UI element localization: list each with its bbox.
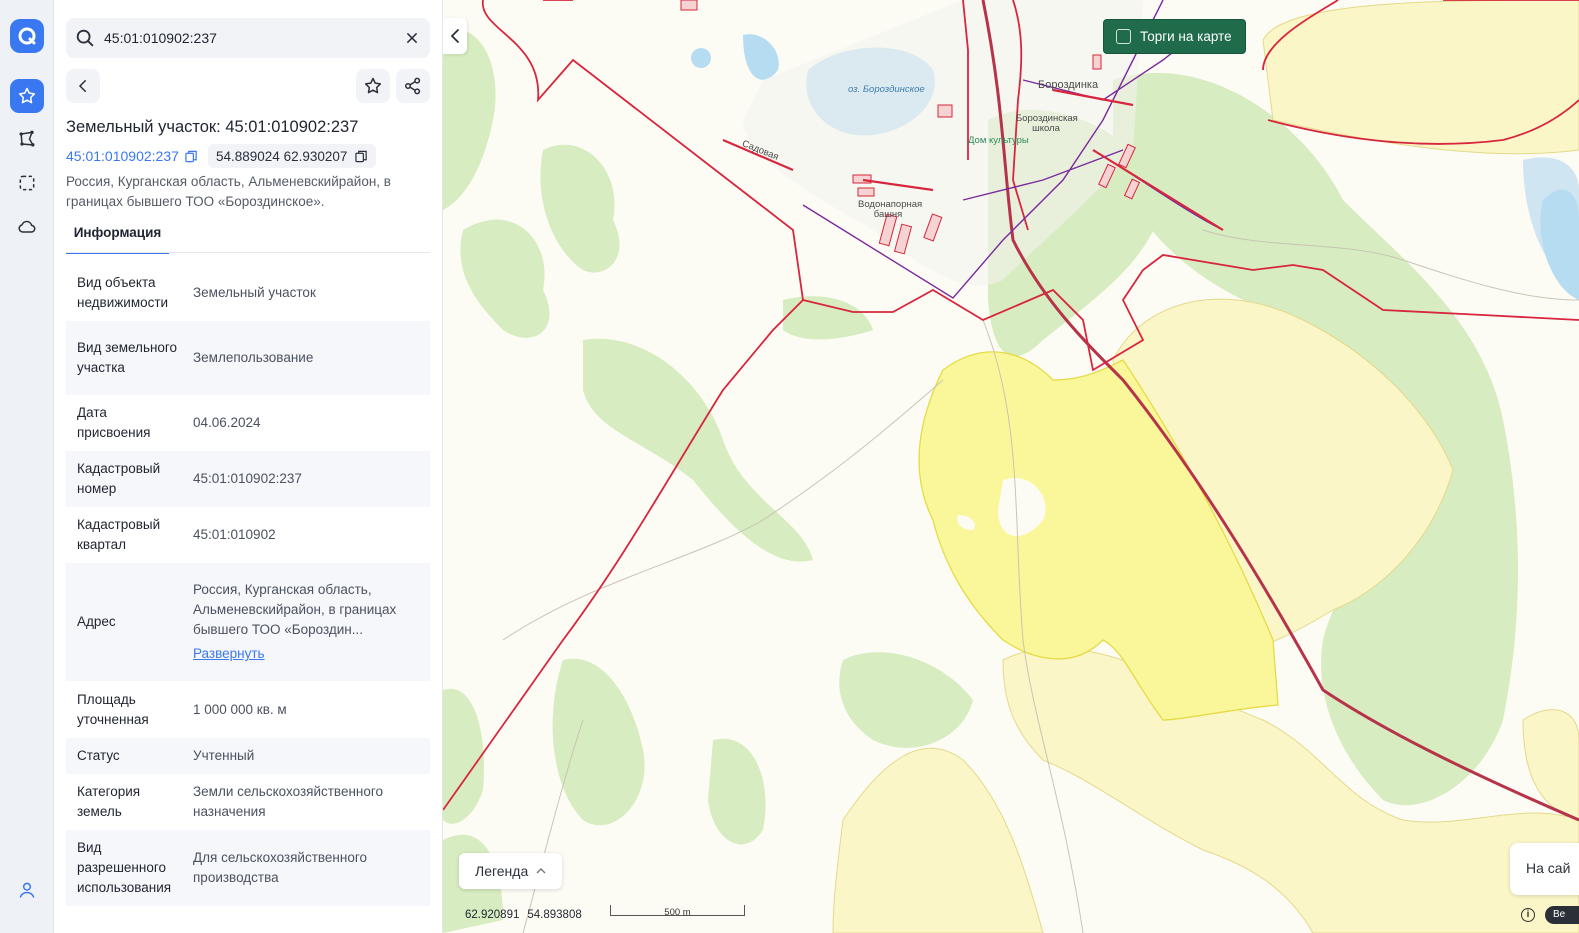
info-row-value: Россия, Курганская область, Альменевский…	[193, 582, 397, 637]
copy-icon[interactable]	[185, 150, 198, 163]
info-row: Вид земельного участка Землепользование	[66, 321, 430, 395]
chevron-left-icon	[450, 29, 459, 43]
info-row-key: Адрес	[77, 614, 116, 629]
info-row: Вид разрешенного использования Для сельс…	[66, 830, 430, 906]
info-row-value: 45:01:010902:237	[193, 471, 302, 486]
info-row-key: Статус	[77, 748, 120, 763]
logo-icon[interactable]	[10, 19, 44, 53]
collapse-panel-button[interactable]	[443, 18, 467, 54]
info-row-key: Кадастровый номер	[77, 461, 161, 496]
icon-rail	[0, 0, 54, 933]
info-row-key: Вид разрешенного использования	[77, 840, 172, 895]
copy-icon[interactable]	[355, 150, 368, 163]
info-row-key: Дата присвоения	[77, 405, 151, 440]
info-row-value: 1 000 000 кв. м	[193, 701, 287, 717]
search-input[interactable]: 45:01:010902:237	[104, 30, 217, 46]
village-label: Бороздинка	[1038, 79, 1099, 91]
map-canvas[interactable]: оз. Бороздинское Бороздинка Бороздинская…	[443, 0, 1579, 933]
tab-divider	[66, 252, 430, 253]
info-row-value: 04.06.2024	[193, 415, 261, 430]
info-row-value: Земельный участок	[193, 285, 316, 300]
cursor-lon: 62.920891	[465, 909, 520, 921]
tab-information[interactable]: Информация	[66, 222, 169, 254]
parcel-address: Россия, Курганская область, Альменевский…	[66, 174, 391, 209]
info-row-value: 45:01:010902	[193, 527, 276, 542]
info-row-value: Для сельскохозяйственного производства	[193, 850, 367, 885]
info-row: Кадастровый квартал 45:01:010902	[66, 508, 430, 562]
selection-icon[interactable]	[10, 166, 44, 200]
user-icon[interactable]	[10, 873, 44, 907]
scale-bar: 500 m	[610, 905, 745, 918]
share-button[interactable]	[396, 69, 430, 103]
school-label: Бороздинская школа	[1016, 113, 1078, 134]
back-button[interactable]	[66, 69, 100, 103]
info-row-key: Вид земельного участка	[77, 340, 178, 375]
star-icon	[364, 77, 382, 94]
favorites-star-icon[interactable]	[10, 79, 44, 113]
coordinates-text: 54.889024 62.930207	[216, 148, 348, 164]
torgi-checkbox[interactable]	[1116, 29, 1131, 44]
lake-label: оз. Бороздинское	[848, 84, 925, 95]
coordinates-chip[interactable]: 54.889024 62.930207	[208, 144, 377, 168]
cursor-coordinates: 62.920891 54.893808	[465, 909, 582, 921]
info-row: Категория земель Земли сельскохозяйствен…	[66, 775, 430, 829]
info-row: Статус Учтенный	[66, 738, 430, 774]
info-row-value: Учтенный	[193, 748, 255, 763]
back-icon	[78, 80, 86, 92]
cadastral-number-text[interactable]: 45:01:010902:237	[66, 148, 179, 164]
polygon-icon[interactable]	[10, 122, 44, 156]
search-icon[interactable]	[74, 27, 96, 54]
na-sai-widget[interactable]: На сай	[1510, 843, 1579, 895]
search-box[interactable]: 45:01:010902:237	[66, 18, 430, 58]
cadastral-number-link[interactable]: 45:01:010902:237	[66, 148, 198, 164]
object-info-panel: 45:01:010902:237 Земельный участок: 45:0…	[54, 0, 443, 933]
info-row: Вид объекта недвижимости Земельный участ…	[66, 266, 430, 320]
cursor-lat: 54.893808	[527, 909, 582, 921]
info-row: Адрес Россия, Курганская область, Альмен…	[66, 563, 430, 681]
close-icon[interactable]	[402, 28, 422, 53]
water-tower-label: Водонапорная башня	[858, 199, 923, 220]
legend-button[interactable]: Легенда	[459, 853, 562, 889]
info-row-key: Категория земель	[77, 784, 141, 819]
chevron-up-icon	[536, 868, 546, 874]
version-chip[interactable]: Ве	[1545, 906, 1579, 924]
info-row-key: Кадастровый квартал	[77, 517, 161, 552]
page-title: Земельный участок: 45:01:010902:237	[66, 118, 359, 136]
favorite-button[interactable]	[356, 69, 390, 103]
share-icon	[404, 77, 421, 95]
info-icon[interactable]: i	[1521, 908, 1535, 922]
culture-house-label: Дом культуры	[968, 135, 1029, 146]
info-row: Кадастровый номер 45:01:010902:237	[66, 451, 430, 507]
expand-address-link[interactable]: Развернуть	[193, 644, 420, 664]
info-row-key: Вид объекта недвижимости	[77, 275, 169, 310]
torgi-label: Торги на карте	[1140, 29, 1232, 44]
info-row: Площадь уточненная 1 000 000 кв. м	[66, 682, 430, 737]
legend-label: Легенда	[475, 863, 529, 879]
info-row-value: Землепользование	[193, 350, 314, 365]
cloud-icon[interactable]	[10, 210, 44, 244]
info-row-key: Площадь уточненная	[77, 691, 149, 727]
info-row-value: Земли сельскохозяйственного назначения	[193, 784, 384, 819]
torgi-toggle-button[interactable]: Торги на карте	[1103, 19, 1246, 54]
info-row: Дата присвоения 04.06.2024	[66, 396, 430, 450]
